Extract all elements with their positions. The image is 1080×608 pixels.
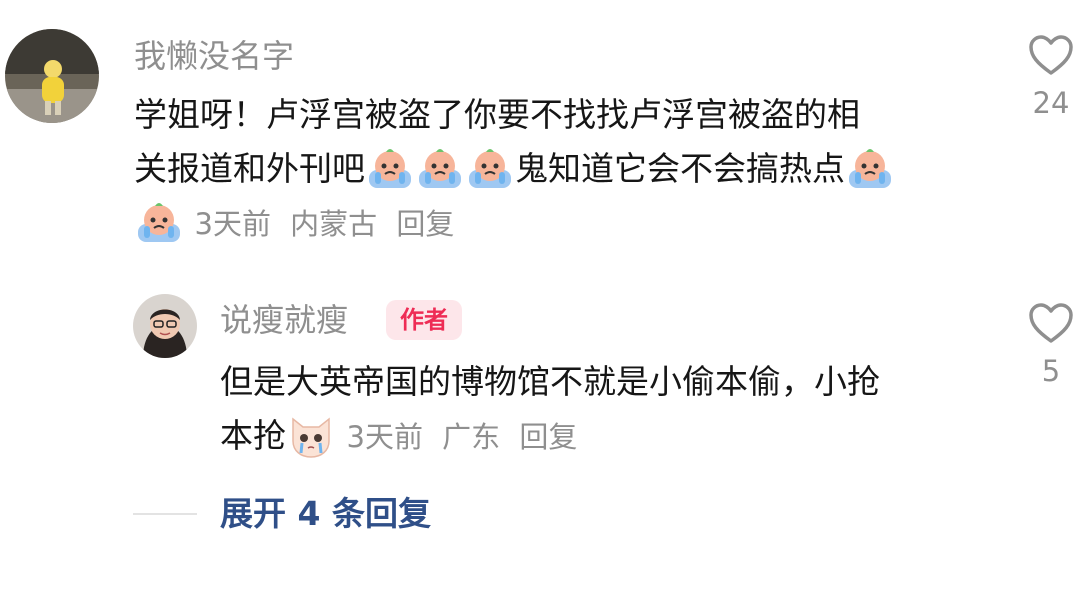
heart-outline-icon	[1029, 303, 1073, 343]
like-count: 5	[1041, 354, 1061, 388]
comment-text-segment: 本抢	[220, 416, 286, 455]
crying-emoji-icon	[846, 144, 894, 192]
reply-button[interactable]: 回复	[396, 207, 454, 241]
comment-location: 广东	[442, 420, 501, 454]
comment-text-line: 学姐呀！卢浮宫被盗了你要不找找卢浮宫被盗的相	[134, 95, 860, 134]
comment-text-line: 关报道和外刊吧 鬼知道它会不会搞热点	[134, 142, 984, 196]
comment-text: 学姐呀！卢浮宫被盗了你要不找找卢浮宫被盗的相 关报道和外刊吧 鬼知道它会不会搞热…	[134, 88, 984, 250]
comment-meta-line: 3天前 内蒙古 回复	[134, 196, 984, 250]
comment-text-segment: 鬼知道它会不会搞热点	[515, 149, 845, 188]
username[interactable]: 说瘦就瘦	[220, 300, 348, 340]
like-button[interactable]: 5	[1021, 302, 1080, 388]
username[interactable]: 我懒没名字	[134, 36, 294, 76]
like-button[interactable]: 24	[1021, 34, 1080, 120]
expand-replies-button[interactable]: 展开 4 条回复	[220, 494, 431, 534]
comment-text: 但是大英帝国的博物馆不就是小偷本偷，小抢 本抢 3天前 广东 回复	[220, 355, 1000, 463]
comment-text-line: 但是大英帝国的博物馆不就是小偷本偷，小抢	[220, 362, 880, 401]
user-avatar[interactable]	[5, 29, 99, 123]
like-count: 24	[1032, 86, 1070, 120]
crying-emoji-icon	[135, 198, 183, 246]
comment-text-segment: 关报道和外刊吧	[134, 149, 365, 188]
user-avatar[interactable]	[133, 294, 197, 358]
crying-emoji-icon	[366, 144, 414, 192]
reply-button[interactable]: 回复	[519, 420, 577, 454]
comment-text-line: 本抢 3天前 广东 回复	[220, 409, 1000, 463]
comment-time: 3天前	[346, 420, 423, 454]
comment-location: 内蒙古	[290, 207, 378, 241]
crying-emoji-icon	[416, 144, 464, 192]
divider	[133, 513, 197, 515]
crying-cat-emoji-icon	[287, 411, 335, 459]
heart-outline-icon	[1029, 35, 1073, 75]
comment-time: 3天前	[194, 207, 271, 241]
crying-emoji-icon	[466, 144, 514, 192]
author-badge: 作者	[386, 300, 462, 340]
